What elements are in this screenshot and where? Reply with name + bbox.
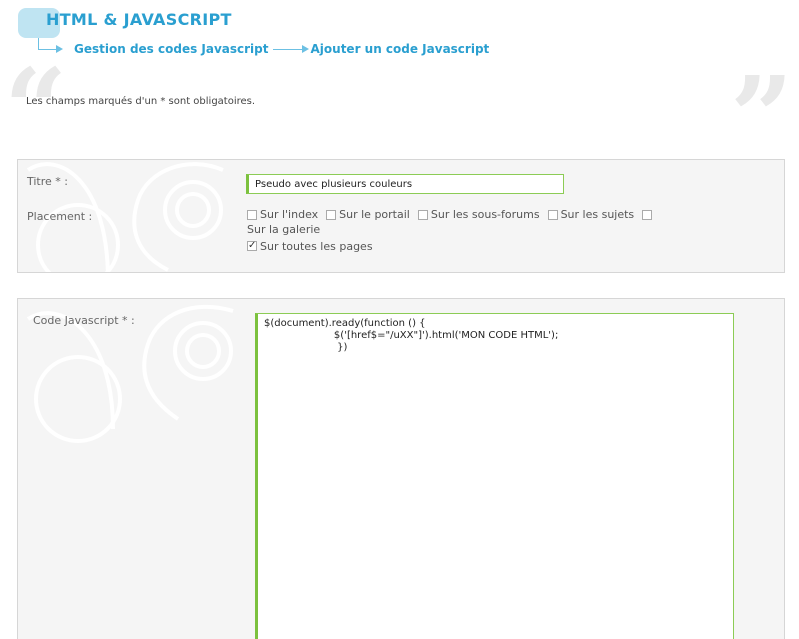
option-label: Sur toutes les pages — [260, 239, 373, 253]
placement-option-index[interactable]: Sur l'index — [247, 208, 318, 221]
breadcrumb-link-gestion[interactable]: Gestion des codes Javascript — [74, 42, 269, 56]
settings-panel: Titre * : Pseudo avec plusieurs couleurs… — [17, 159, 785, 273]
placement-option-galerie-checkbox[interactable] — [642, 209, 655, 220]
option-label: Sur les sous-forums — [430, 208, 540, 221]
code-label: Code Javascript * : — [33, 314, 135, 327]
option-label: Sur l'index — [260, 208, 319, 221]
code-panel: Code Javascript * : $(document).ready(fu… — [17, 298, 785, 639]
breadcrumb: Gestion des codes Javascript Ajouter un … — [74, 42, 489, 56]
checkbox[interactable] — [642, 209, 653, 220]
placement-options: Sur l'index Sur le portail Sur les sous-fo… — [247, 208, 707, 253]
page-title: HTML & JAVASCRIPT — [46, 10, 232, 29]
title-input[interactable]: Pseudo avec plusieurs couleurs — [246, 174, 564, 194]
close-quote-icon: ” — [730, 52, 794, 181]
code-textarea[interactable]: $(document).ready(function () { $('[href… — [255, 313, 734, 639]
required-fields-note: Les champs marqués d'un * sont obligatoi… — [26, 96, 256, 107]
option-label: Sur les sujets — [560, 208, 635, 221]
checkbox[interactable] — [417, 209, 428, 220]
checkbox-checked[interactable] — [247, 239, 257, 252]
checkbox[interactable] — [326, 209, 337, 220]
placement-label: Placement : — [27, 210, 93, 223]
code-line: }) — [264, 342, 348, 353]
placement-option-sujets[interactable]: Sur les sujets — [547, 208, 635, 221]
open-quote-icon: “ — [4, 44, 68, 173]
placement-option-portail[interactable]: Sur le portail — [326, 208, 410, 221]
placement-option-sous-forums[interactable]: Sur les sous-forums — [417, 208, 540, 221]
option-label: Sur le portail — [339, 208, 410, 221]
arrow-right-icon — [272, 44, 309, 53]
placement-option-all-pages[interactable]: Sur toutes les pages — [247, 239, 707, 253]
code-line: $(document).ready(function () { — [264, 318, 426, 329]
checkbox[interactable] — [247, 209, 257, 220]
galerie-label: Sur la galerie — [247, 222, 321, 236]
title-label: Titre * : — [27, 175, 68, 188]
checkbox[interactable] — [547, 209, 558, 220]
code-line: $('[href$="/uXX"]').html('MON CODE HTML'… — [264, 330, 559, 341]
breadcrumb-link-ajouter[interactable]: Ajouter un code Javascript — [311, 42, 490, 56]
